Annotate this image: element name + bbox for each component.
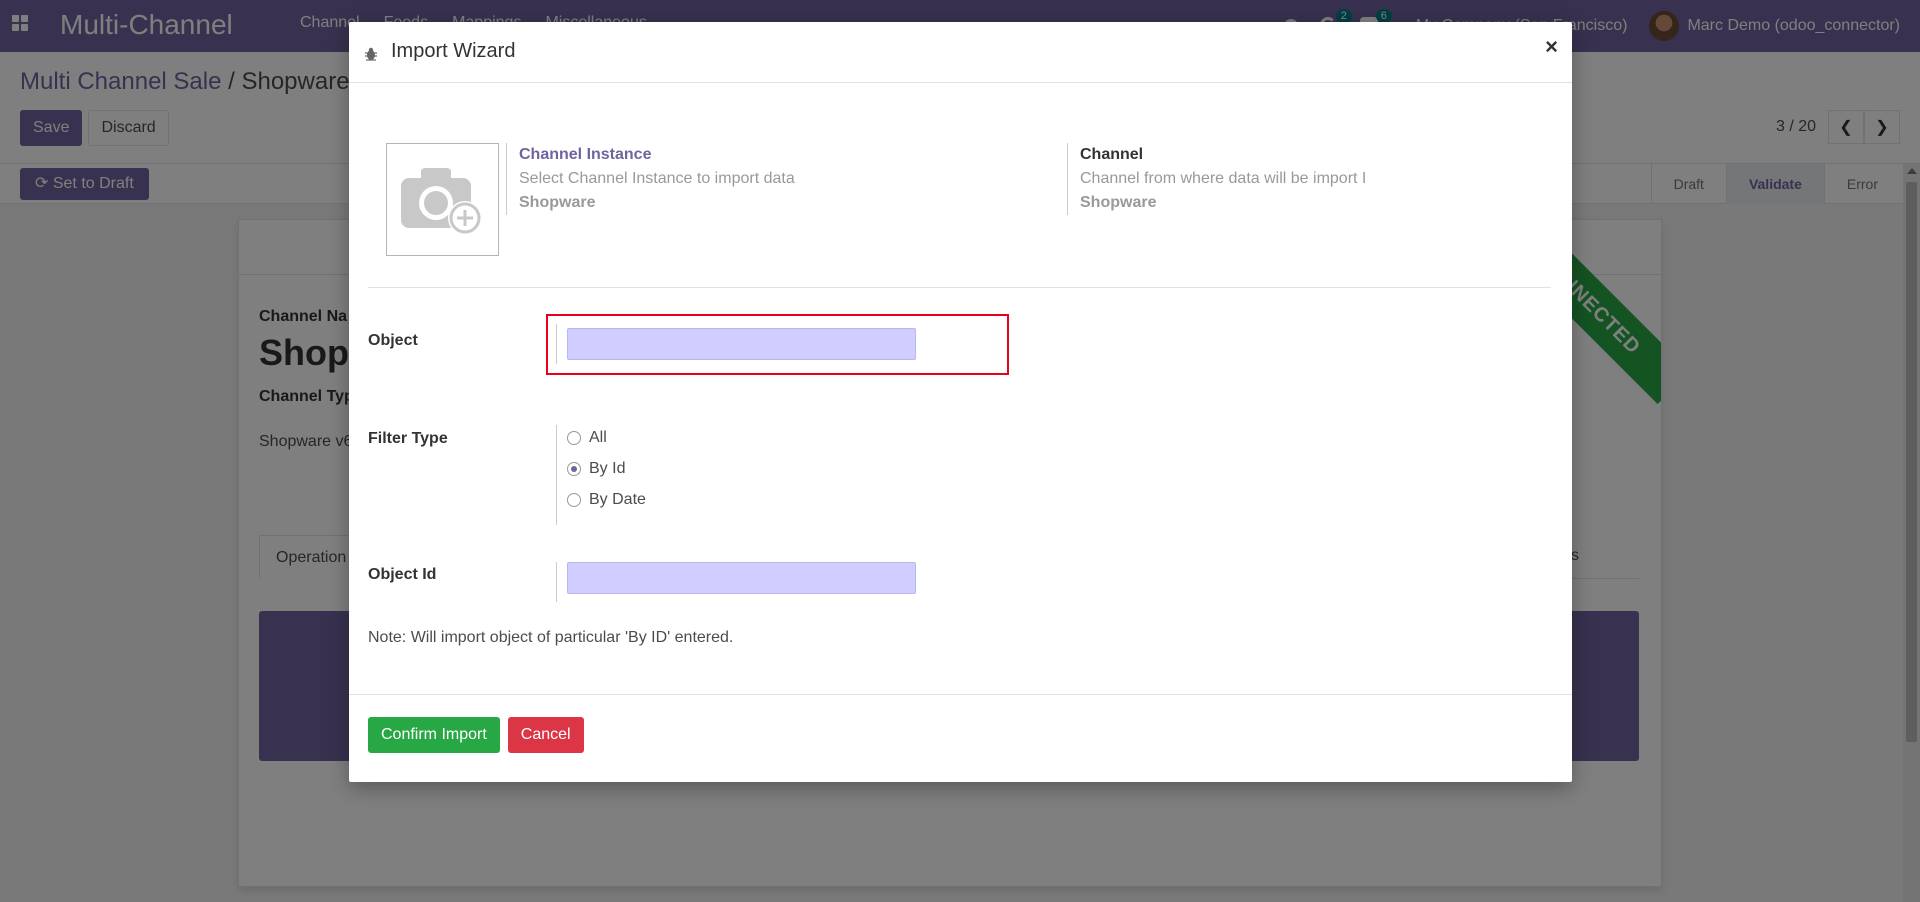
modal-footer: Confirm Import Cancel [368,717,584,753]
channel-desc: Channel from where data will be import I [1080,170,1367,187]
radio-all[interactable] [567,431,581,445]
channel-instance-block: Channel Instance Select Channel Instance… [506,143,1026,215]
filter-option-all-label: All [589,429,607,446]
close-icon[interactable]: × [1545,36,1558,58]
channel-instance-title: Channel Instance [519,146,652,163]
bug-icon [365,47,377,61]
modal-header: Import Wizard × [349,22,1572,83]
channel-image[interactable] [386,143,499,256]
filter-option-by-date[interactable]: By Date [567,491,646,509]
channel-title: Channel [1080,146,1144,163]
channel-instance-desc: Select Channel Instance to import data [519,170,795,187]
filter-option-by-id[interactable]: By Id [567,460,625,478]
channel-block: Channel Channel from where data will be … [1067,143,1377,215]
import-note: Note: Will import object of particular '… [368,629,734,646]
confirm-import-button[interactable]: Confirm Import [368,717,500,753]
channel-value: Shopware [1080,194,1157,211]
object-id-input[interactable] [567,562,916,594]
object-id-field-divider [556,562,557,602]
camera-add-icon [401,168,482,235]
radio-by-id[interactable] [567,462,581,476]
channel-instance-value[interactable]: Shopware [519,191,1026,215]
filter-type-label: Filter Type [368,430,448,447]
import-wizard-dialog: Import Wizard × Channel Instance Select … [349,22,1572,782]
object-id-label: Object Id [368,566,437,583]
filter-option-by-id-label: By Id [589,460,626,477]
filter-option-all[interactable]: All [567,429,607,447]
modal-title: Import Wizard [391,40,516,62]
object-highlight-box [546,314,1009,375]
footer-separator [349,694,1572,695]
separator [368,287,1551,288]
object-label: Object [368,332,418,349]
cancel-button[interactable]: Cancel [507,717,584,753]
filter-option-by-date-label: By Date [589,491,646,508]
radio-by-date[interactable] [567,493,581,507]
filter-field-divider [556,425,557,525]
